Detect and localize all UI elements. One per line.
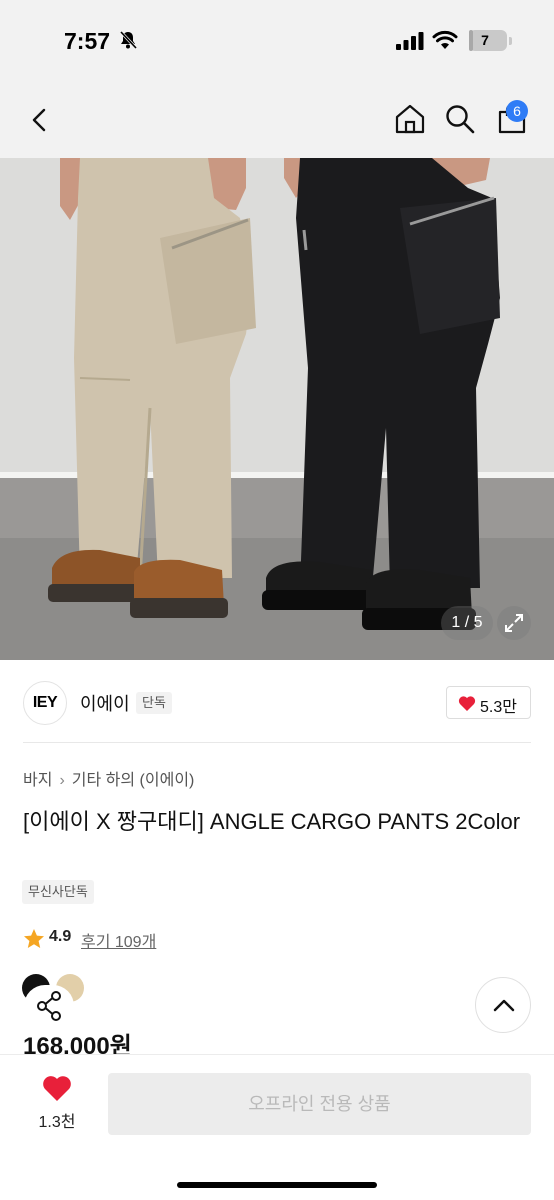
battery-icon: 7 — [469, 30, 507, 51]
scroll-to-top-button[interactable] — [475, 977, 531, 1033]
brand-like-button[interactable]: 5.3만 — [446, 686, 531, 719]
brand-logo[interactable]: IEY — [23, 681, 67, 725]
search-icon[interactable] — [444, 103, 476, 135]
heart-icon[interactable] — [42, 1074, 72, 1102]
product-image-gallery[interactable] — [0, 158, 554, 660]
status-time: 7:57 — [64, 28, 111, 54]
expand-image-button[interactable] — [497, 606, 531, 640]
offline-only-button[interactable]: 오프라인 전용 상품 — [108, 1073, 531, 1135]
rating-value: 4.9 — [49, 928, 72, 945]
product-photo — [0, 158, 554, 660]
breadcrumb-category[interactable]: 바지 — [23, 766, 52, 790]
product-title: [이에이 X 짱구대디] ANGLE CARGO PANTS 2Color — [23, 809, 521, 834]
exclusive-badge: 단독 — [136, 692, 172, 714]
brand-name[interactable]: 이에이 — [80, 690, 130, 716]
heart-icon — [458, 696, 476, 711]
home-icon[interactable] — [393, 102, 427, 136]
cellular-signal-icon — [396, 32, 424, 50]
divider — [23, 742, 531, 743]
chevron-up-icon — [493, 999, 515, 1012]
brand-like-count: 5.3만 — [480, 699, 517, 716]
battery-level: 7 — [481, 32, 489, 48]
breadcrumb-subcategory[interactable]: 기타 하의 (이에이) — [72, 766, 195, 790]
cart-count-badge: 6 — [506, 100, 528, 122]
share-button[interactable] — [24, 985, 74, 1027]
wifi-icon — [432, 30, 458, 49]
breadcrumb: 바지 › 기타 하의 (이에이) — [23, 766, 194, 790]
battery-cap — [509, 37, 512, 45]
bell-slash-icon — [119, 30, 138, 50]
exclusive-tag: 무신사단독 — [22, 880, 94, 904]
image-counter: 1 / 5 — [441, 606, 493, 640]
share-icon — [37, 991, 61, 1021]
expand-arrows-icon — [505, 614, 523, 632]
star-icon — [24, 929, 44, 948]
back-chevron-icon[interactable] — [26, 106, 54, 134]
chevron-right-icon: › — [59, 772, 65, 789]
status-bar: 7:57 7 — [0, 0, 554, 80]
wish-count: 1.3천 — [38, 1114, 76, 1131]
review-count-link[interactable]: 후기 109개 — [81, 928, 156, 952]
top-navigation-bar: 6 — [0, 80, 554, 158]
home-indicator — [177, 1182, 377, 1188]
